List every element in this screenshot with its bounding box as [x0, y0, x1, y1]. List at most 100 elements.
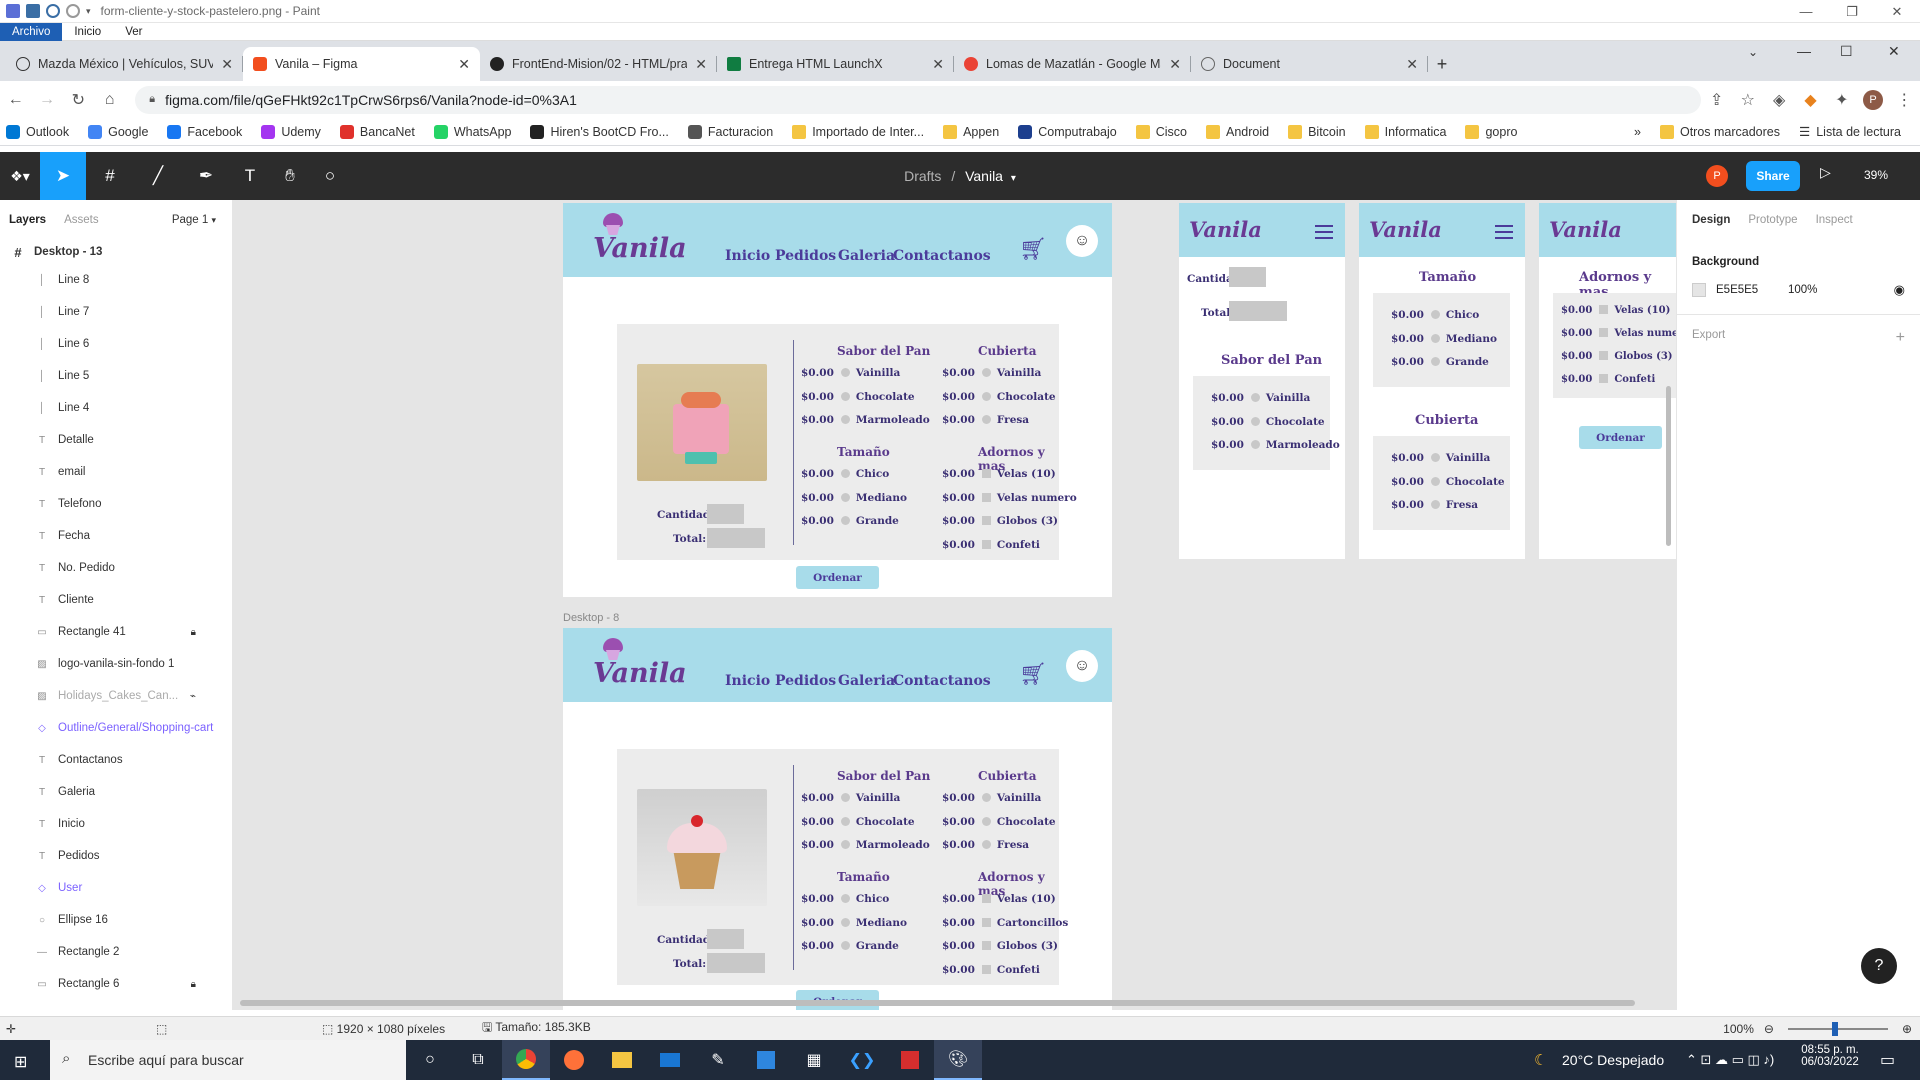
new-tab-icon[interactable]: + [1428, 47, 1456, 81]
share-button[interactable]: Share [1746, 161, 1800, 191]
bookmark-item[interactable]: Outlook [6, 124, 69, 139]
lock-icon[interactable]: 🔒︎ [191, 979, 196, 990]
avatar[interactable]: P [1706, 165, 1728, 187]
taskbar-search-input[interactable]: ⌕ Escribe aquí para buscar [50, 1040, 406, 1080]
hamburger-menu-icon[interactable] [1495, 225, 1513, 239]
radio-icon[interactable] [1430, 357, 1440, 366]
acrobat-taskbar-icon[interactable] [886, 1040, 934, 1080]
radio-icon[interactable] [981, 391, 991, 401]
tab-maps[interactable]: Lomas de Mazatlán - Google Ma ✕ [954, 47, 1191, 81]
radio-icon[interactable] [1430, 453, 1440, 462]
option-radio[interactable]: $0.00 Chico [801, 468, 889, 480]
mobile-frame-2[interactable]: Vanila Tamaño $0.00 Chico $0.00 Mediano $0.0… [1359, 203, 1525, 559]
weather-text[interactable]: 20°C Despejado [1562, 1052, 1664, 1068]
option-radio[interactable]: $0.00 Fresa [942, 414, 1029, 426]
paint-minimize-icon[interactable]: — [1783, 0, 1829, 23]
option-checkbox[interactable]: $0.00 Confeti [942, 539, 1040, 551]
background-opacity-input[interactable]: 100% [1788, 284, 1817, 296]
option-radio[interactable]: $0.00 Marmoleado [801, 839, 930, 851]
checkbox-icon[interactable] [1599, 351, 1609, 360]
checkbox-icon[interactable] [1599, 305, 1609, 314]
radio-icon[interactable] [840, 492, 850, 502]
layer-item[interactable]: ▭ Rectangle 6 🔒︎ [0, 968, 232, 1000]
other-bookmarks[interactable]: Otros marcadores [1659, 124, 1780, 139]
clock[interactable]: 08:55 p. m. 06/03/2022 [1798, 1044, 1862, 1068]
bookmark-item[interactable]: WhatsApp [433, 124, 511, 139]
shopping-cart-icon[interactable]: 🛒︎ [1019, 236, 1047, 262]
background-hex-input[interactable]: E5E5E5 [1716, 284, 1788, 296]
radio-icon[interactable] [981, 415, 991, 424]
radio-icon[interactable] [840, 415, 850, 424]
nav-galeria[interactable]: Galeria [838, 248, 895, 264]
layer-item[interactable]: ▨ Holidays_Cakes_Can... ⌁ [0, 680, 232, 712]
cantidad-input[interactable] [1229, 267, 1266, 287]
mail-taskbar-icon[interactable] [646, 1040, 694, 1080]
share-page-icon[interactable]: ⇪ [1701, 90, 1732, 110]
bookmark-item[interactable]: Facebook [167, 124, 242, 139]
bookmark-star-icon[interactable]: ☆ [1732, 90, 1763, 110]
quick-access-dropdown-icon[interactable]: ▾ [86, 6, 91, 17]
option-radio[interactable]: $0.00 Mediano [801, 917, 907, 929]
layer-item[interactable]: T Detalle [0, 424, 232, 456]
nav-inicio[interactable]: Inicio [725, 248, 770, 264]
radio-icon[interactable] [1430, 310, 1440, 319]
paint-close-icon[interactable]: ✕ [1874, 0, 1920, 23]
tab-design[interactable]: Design [1692, 214, 1730, 226]
checkbox-icon[interactable] [1599, 328, 1609, 337]
option-radio[interactable]: $0.00 Mediano [801, 492, 907, 504]
paint-restore-icon[interactable]: ❐ [1829, 0, 1875, 23]
bookmark-item[interactable]: Facturacion [687, 124, 773, 139]
hamburger-menu-icon[interactable] [1315, 225, 1333, 239]
page-selector[interactable]: Page 1 ▾ [172, 214, 216, 226]
radio-icon[interactable] [840, 917, 850, 927]
mobile-frame-1[interactable]: Vanila Cantidad Total: Sabor del Pan $0.… [1179, 203, 1345, 559]
zoom-slider[interactable] [1787, 1021, 1888, 1036]
undo-icon[interactable] [46, 4, 60, 18]
chrome-menu-icon[interactable]: ⋮ [1889, 90, 1920, 110]
eye-icon[interactable]: ◉ [1894, 282, 1905, 298]
bookmark-item[interactable]: Udemy [261, 124, 321, 139]
radio-icon[interactable] [981, 816, 991, 826]
profile-icon[interactable]: P [1857, 89, 1888, 110]
option-checkbox[interactable]: $0.00 Globos (3) [942, 515, 1058, 527]
ordenar-button[interactable]: Ordenar [796, 566, 879, 589]
more-bookmarks-icon[interactable]: » [1634, 125, 1641, 139]
paint-taskbar-icon[interactable]: 🎨︎ [934, 1040, 982, 1080]
nav-pedidos[interactable]: Pedidos [775, 673, 836, 689]
checkbox-icon[interactable] [981, 492, 991, 502]
save-icon[interactable] [26, 4, 40, 18]
checkbox-icon[interactable] [981, 941, 991, 950]
layer-item[interactable]: ◇ User [0, 872, 232, 904]
radio-icon[interactable] [840, 516, 850, 525]
zoom-out-icon[interactable]: ⊖ [1764, 1022, 1774, 1036]
address-bar[interactable]: 🔒︎ figma.com/file/qGeFHkt92c1TpCrwS6rps6… [135, 85, 1701, 114]
radio-icon[interactable] [840, 941, 850, 950]
option-radio[interactable]: $0.00 Chocolate [942, 391, 1056, 403]
radio-icon[interactable] [1430, 500, 1440, 509]
radio-icon[interactable] [1250, 416, 1260, 426]
checkbox-icon[interactable] [981, 917, 991, 927]
bookmark-item[interactable]: Google [88, 124, 148, 139]
option-radio[interactable]: $0.00 Chocolate [801, 391, 915, 403]
radio-icon[interactable] [840, 391, 850, 401]
figma-canvas[interactable]: Vanila Inicio Pedidos Galeria Contactano… [233, 200, 1676, 1010]
tab-search-icon[interactable]: ⌄ [1748, 45, 1758, 59]
option-radio[interactable]: $0.00 Chocolate [1211, 416, 1325, 428]
forward-icon[interactable]: → [31, 91, 62, 109]
close-tab-icon[interactable]: ✕ [932, 56, 944, 73]
bookmark-item[interactable]: Computrabajo [1018, 124, 1117, 139]
zoom-in-icon[interactable]: ⊕ [1902, 1022, 1912, 1036]
reload-icon[interactable]: ↻ [63, 90, 94, 110]
tab-prototype[interactable]: Prototype [1748, 214, 1797, 226]
bookmark-item[interactable]: gopro [1465, 124, 1517, 139]
layer-item[interactable]: T Inicio [0, 808, 232, 840]
layer-item[interactable]: │ Line 8 [0, 264, 232, 296]
calculator-taskbar-icon[interactable]: ▦ [790, 1040, 838, 1080]
tab-inspect[interactable]: Inspect [1816, 214, 1853, 226]
cantidad-input[interactable] [707, 929, 744, 949]
windows-start-icon[interactable]: ⊞ [14, 1052, 27, 1072]
browser-minimize-icon[interactable]: — [1797, 43, 1811, 59]
close-tab-icon[interactable]: ✕ [221, 56, 233, 73]
chrome-taskbar-icon[interactable] [502, 1040, 550, 1080]
tab-github[interactable]: FrontEnd-Mision/02 - HTML/prac ✕ [480, 47, 717, 81]
